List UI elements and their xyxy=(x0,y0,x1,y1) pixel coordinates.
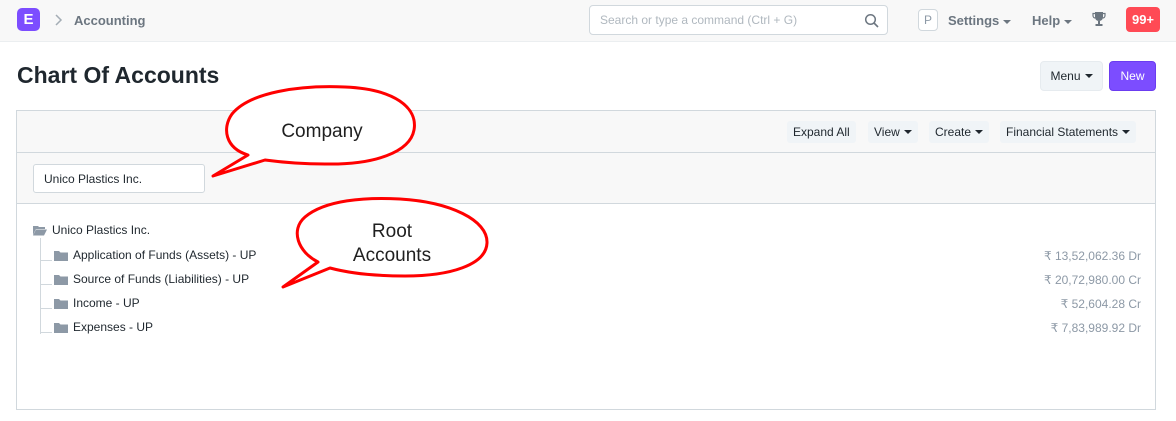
folder-icon xyxy=(54,274,68,285)
caret-down-icon xyxy=(975,130,984,134)
tree-connector xyxy=(40,260,52,261)
settings-label: Settings xyxy=(948,13,1000,28)
tree-node[interactable]: Application of Funds (Assets) - UP xyxy=(54,248,256,262)
tree-root-label: Unico Plastics Inc. xyxy=(52,223,151,237)
user-avatar[interactable]: P xyxy=(918,9,938,31)
tree-connector xyxy=(40,332,52,333)
tree-node[interactable]: Expenses - UP xyxy=(54,320,153,334)
financial-statements-dropdown[interactable]: Financial Statements xyxy=(1000,121,1137,143)
menu-button[interactable]: Menu xyxy=(1040,61,1103,91)
tree-node-label: Source of Funds (Liabilities) - UP xyxy=(73,272,250,286)
account-balance: ₹ 20,72,980.00 Cr xyxy=(1043,273,1141,287)
view-dropdown[interactable]: View xyxy=(868,121,918,143)
root-callout-line1: Root xyxy=(371,221,413,242)
view-label: View xyxy=(874,125,900,139)
chevron-right-icon xyxy=(55,14,63,26)
tree-connector xyxy=(40,284,52,285)
help-dropdown[interactable]: Help xyxy=(1032,13,1073,28)
tree-node[interactable]: Source of Funds (Liabilities) - UP xyxy=(54,272,249,286)
folder-open-icon xyxy=(33,225,47,235)
account-balance: ₹ 52,604.28 Cr xyxy=(1060,297,1141,311)
tree-node[interactable]: Income - UP xyxy=(54,296,140,310)
financial-statements-label: Financial Statements xyxy=(1006,125,1119,139)
navbar: E Accounting P Settings Help 99+ xyxy=(0,0,1176,42)
tree-connector xyxy=(40,308,52,309)
app-logo[interactable]: E xyxy=(17,8,40,31)
tree-toolbar: Expand All View Create Financial Stateme… xyxy=(17,110,1155,153)
root-callout-line2: Accounts xyxy=(352,245,432,266)
create-dropdown[interactable]: Create xyxy=(929,121,990,143)
breadcrumb-accounting[interactable]: Accounting xyxy=(74,13,146,28)
new-button[interactable]: New xyxy=(1109,61,1156,91)
folder-icon xyxy=(54,250,68,261)
search-input[interactable] xyxy=(590,6,850,34)
caret-down-icon xyxy=(1064,19,1073,24)
notifications-badge[interactable]: 99+ xyxy=(1126,7,1160,32)
tree-node-label: Expenses - UP xyxy=(73,320,154,334)
tree-root-node[interactable]: Unico Plastics Inc. xyxy=(33,223,150,237)
folder-icon xyxy=(54,298,68,309)
page-title: Chart Of Accounts xyxy=(17,62,220,88)
expand-all-button[interactable]: Expand All xyxy=(787,121,856,143)
caret-down-icon xyxy=(1003,19,1012,24)
chart-of-accounts-card: Expand All View Create Financial Stateme… xyxy=(16,110,1156,410)
account-balance: ₹ 13,52,062.36 Dr xyxy=(1043,249,1141,263)
caret-down-icon xyxy=(1084,74,1093,78)
help-label: Help xyxy=(1032,13,1061,28)
caret-down-icon xyxy=(1122,130,1131,134)
tree-connector xyxy=(40,238,41,334)
search-bar xyxy=(589,5,888,35)
tree-node-label: Application of Funds (Assets) - UP xyxy=(73,248,257,262)
caret-down-icon xyxy=(903,130,912,134)
accounts-tree: Unico Plastics Inc. Application of Funds… xyxy=(17,204,1155,409)
filter-bar: Unico Plastics Inc. xyxy=(17,153,1155,204)
trophy-icon[interactable] xyxy=(1092,11,1106,27)
settings-dropdown[interactable]: Settings xyxy=(948,13,1012,28)
create-label: Create xyxy=(935,125,972,139)
tree-node-label: Income - UP xyxy=(73,296,140,310)
company-callout-text: Company xyxy=(281,121,363,142)
menu-label: Menu xyxy=(1050,69,1081,83)
account-balance: ₹ 7,83,989.92 Dr xyxy=(1050,321,1141,335)
company-field[interactable]: Unico Plastics Inc. xyxy=(33,164,205,193)
search-icon[interactable] xyxy=(864,13,879,28)
folder-icon xyxy=(54,322,68,333)
